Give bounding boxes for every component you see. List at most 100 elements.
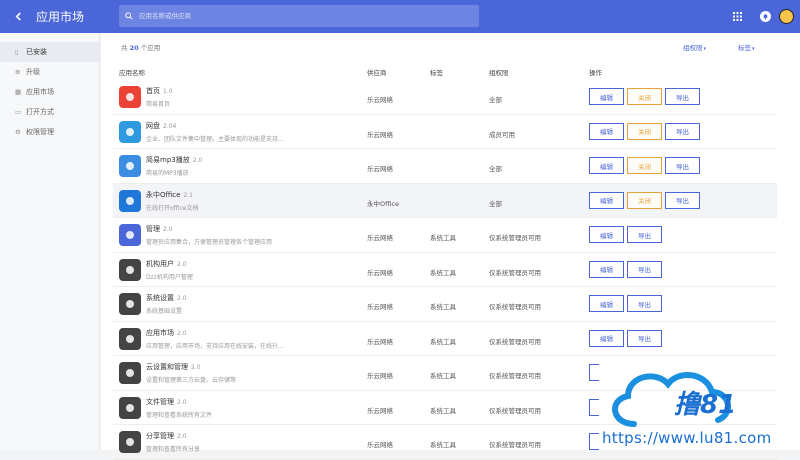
row-actions: 编辑关闭导出: [589, 157, 700, 174]
app-icon[interactable]: [119, 121, 141, 143]
edit-button[interactable]: 编辑: [589, 157, 624, 174]
grid-icon: ▦: [15, 88, 23, 96]
notification-button[interactable]: [751, 11, 779, 22]
app-icon[interactable]: [119, 259, 141, 281]
group-perm-filter[interactable]: 组权限▾: [683, 42, 706, 52]
app-icon[interactable]: [119, 190, 141, 212]
table-row: 首页1.0简易首页乐云网络全部编辑关闭导出: [113, 80, 777, 115]
close-button[interactable]: 关闭: [627, 88, 662, 105]
table-row: 网盘2.04企业、团队文件集中管理。主要体现的功能是支持...乐云网络成员可用编…: [113, 115, 777, 150]
search-input[interactable]: [139, 12, 469, 20]
export-button[interactable]: 导出: [627, 226, 662, 243]
edit-button[interactable]: 编辑: [589, 295, 624, 312]
app-icon[interactable]: [119, 293, 141, 315]
app-tag: 系统工具: [430, 370, 456, 380]
app-version: 2.1: [183, 192, 193, 199]
close-button[interactable]: 关闭: [627, 157, 662, 174]
app-icon[interactable]: [119, 86, 141, 108]
app-icon[interactable]: [119, 155, 141, 177]
app-count-summary: 共 20 个应用: [121, 42, 160, 52]
app-vendor: 乐云网络: [367, 439, 393, 449]
app-vendor: 乐云网络: [367, 405, 393, 415]
app-vendor: 乐云网络: [367, 267, 393, 277]
search-box[interactable]: [119, 5, 479, 27]
app-name[interactable]: 系统设置2.0: [146, 293, 187, 303]
app-name[interactable]: 云设置和管理2.0: [146, 362, 201, 372]
col-name: 应用名称: [119, 67, 145, 77]
edit-button[interactable]: 编辑: [589, 88, 624, 105]
app-logo-icon: [124, 367, 136, 379]
row-actions: 编辑导出: [589, 226, 662, 243]
app-desc: 简易首页: [146, 99, 170, 108]
export-button[interactable]: 导出: [665, 192, 700, 209]
app-name[interactable]: 网盘2.04: [146, 121, 176, 131]
app-desc: 管理和查看所有分享: [146, 444, 200, 453]
sidebar-item-label: 权限管理: [26, 127, 54, 137]
chevron-left-icon: [14, 12, 23, 21]
app-name[interactable]: 分享管理2.0: [146, 431, 187, 441]
close-button[interactable]: 关闭: [627, 123, 662, 140]
app-icon[interactable]: [119, 362, 141, 384]
row-actions: 编辑导出: [589, 261, 662, 278]
document-icon: ▯: [15, 48, 23, 56]
tag-filter[interactable]: 标签▾: [738, 42, 755, 52]
edit-button[interactable]: 编辑: [589, 330, 624, 347]
sidebar-item-upgrade[interactable]: ⊕ 升级: [0, 62, 99, 82]
app-name[interactable]: 管理2.0: [146, 224, 173, 234]
app-tag: 系统工具: [430, 301, 456, 311]
export-button[interactable]: 导出: [627, 295, 662, 312]
table-row: 机构用户2.0Dzz机构用户管理乐云网络系统工具仅系统管理员可用编辑导出: [113, 253, 777, 288]
app-version: 2.0: [177, 261, 187, 268]
app-logo-icon: [124, 402, 136, 414]
back-button[interactable]: [0, 0, 36, 33]
open-with-icon: ▭: [15, 108, 23, 116]
app-version: 1.0: [163, 88, 173, 95]
export-button[interactable]: 导出: [665, 157, 700, 174]
app-logo-icon: [124, 229, 136, 241]
app-name[interactable]: 应用市场2.0: [146, 328, 187, 338]
export-button[interactable]: 导出: [627, 330, 662, 347]
sidebar-item-installed[interactable]: ▯ 已安装: [0, 42, 99, 62]
app-vendor: 乐云网络: [367, 301, 393, 311]
sidebar-item-permissions[interactable]: ⚙ 权限管理: [0, 122, 99, 142]
col-vendor: 供应商: [367, 67, 387, 77]
edit-button[interactable]: 编辑: [589, 123, 624, 140]
export-button[interactable]: 导出: [665, 123, 700, 140]
watermark-url: https://www.lu81.com: [602, 429, 772, 447]
table-row: 应用市场2.0应用管理，应用市场，支持应用在线安装，在线升...乐云网络系统工具…: [113, 322, 777, 357]
export-button[interactable]: 导出: [627, 261, 662, 278]
row-actions: 编辑关闭导出: [589, 192, 700, 209]
edit-button[interactable]: 编辑: [589, 226, 624, 243]
sidebar-item-open-with[interactable]: ▭ 打开方式: [0, 102, 99, 122]
close-button[interactable]: 关闭: [627, 192, 662, 209]
app-desc: 应用管理，应用市场，支持应用在线安装，在线升...: [146, 341, 284, 350]
app-vendor: 乐云网络: [367, 129, 393, 139]
app-desc: 系统基础设置: [146, 306, 182, 315]
app-name[interactable]: 机构用户2.0: [146, 259, 187, 269]
app-tag: 系统工具: [430, 405, 456, 415]
export-button[interactable]: 导出: [665, 88, 700, 105]
app-icon[interactable]: [119, 224, 141, 246]
top-right-actions: [723, 0, 800, 33]
app-perm: 全部: [489, 94, 502, 104]
app-icon[interactable]: [119, 328, 141, 350]
app-version: 2.0: [177, 295, 187, 302]
app-name[interactable]: 首页1.0: [146, 86, 173, 96]
table-header: 应用名称 供应商 标签 组权限 操作: [119, 67, 779, 79]
col-ops: 操作: [589, 67, 602, 77]
sidebar-item-market[interactable]: ▦ 应用市场: [0, 82, 99, 102]
app-version: 2.0: [177, 433, 187, 440]
sidebar-item-label: 已安装: [26, 47, 47, 57]
app-name[interactable]: 文件管理2.0: [146, 397, 187, 407]
edit-button[interactable]: 编辑: [589, 192, 624, 209]
edit-button[interactable]: 编辑: [589, 261, 624, 278]
apps-grid-button[interactable]: [723, 12, 751, 21]
app-perm: 全部: [489, 198, 502, 208]
table-row: 管理2.0管理员应用集合，方便管理员管理各个管理应用乐云网络系统工具仅系统管理员…: [113, 218, 777, 253]
app-name[interactable]: 永中Office2.1: [146, 190, 193, 200]
sidebar-item-label: 应用市场: [26, 87, 54, 97]
app-icon[interactable]: [119, 397, 141, 419]
app-perm: 全部: [489, 163, 502, 173]
avatar[interactable]: [779, 9, 794, 24]
app-name[interactable]: 简易mp3播放2.0: [146, 155, 202, 165]
